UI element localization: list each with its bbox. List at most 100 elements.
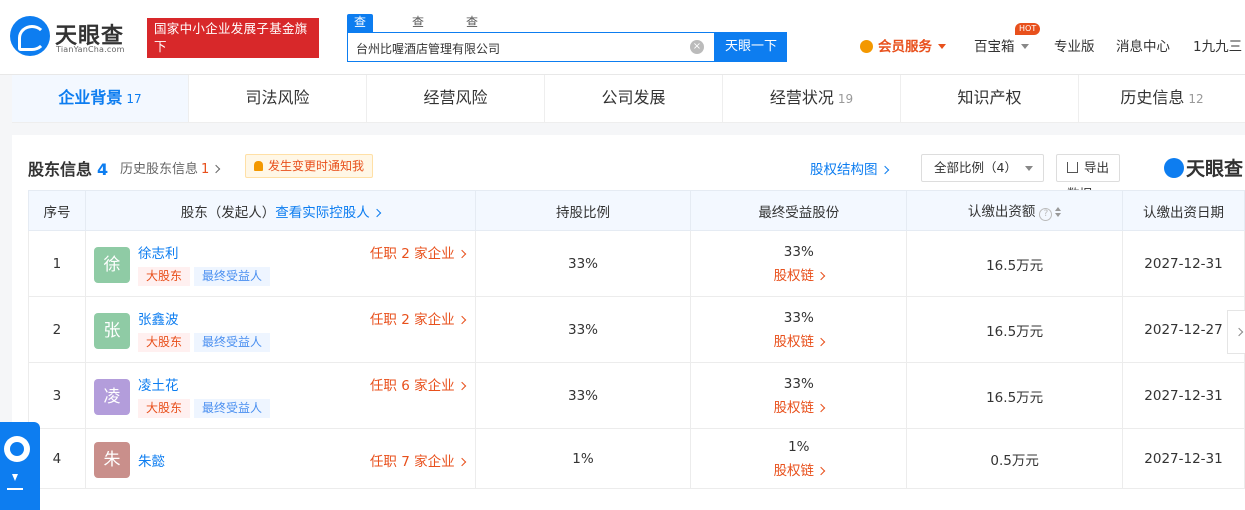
download-icon bbox=[1067, 162, 1078, 173]
section-count: 4 bbox=[97, 160, 109, 179]
col-final-share: 最终受益股份 bbox=[690, 190, 908, 231]
member-service-label: 会员服务 bbox=[878, 39, 932, 55]
member-service-menu[interactable]: 会员服务 bbox=[860, 38, 946, 56]
logo-icon bbox=[10, 16, 50, 56]
history-shareholder-link[interactable]: 历史股东信息 1 bbox=[120, 158, 221, 177]
help-icon[interactable]: ? bbox=[1039, 208, 1053, 221]
chevron-right-icon bbox=[1234, 327, 1244, 337]
final-share-cell: 33% 股权链 bbox=[690, 230, 908, 297]
equity-chain-link[interactable]: 股权链 bbox=[691, 459, 906, 479]
holder-name[interactable]: 朱懿 bbox=[138, 450, 165, 470]
section-title: 股东信息 4 bbox=[28, 156, 108, 180]
message-center-link[interactable]: 消息中心 bbox=[1116, 38, 1170, 56]
tab-company-development[interactable]: 公司发展 bbox=[545, 75, 723, 122]
holder-tags: 大股东 最终受益人 bbox=[137, 266, 274, 286]
holder-name[interactable]: 凌土花 bbox=[138, 374, 179, 394]
tab-history[interactable]: 历史信息 12 bbox=[1079, 75, 1245, 122]
tab-label: 经营状况 bbox=[769, 88, 834, 107]
actual-controller-link[interactable]: 查看实际控股人 bbox=[275, 204, 382, 221]
table-row: 1 徐 徐志利 任职 2 家企业 大股东 最终受益人 33% 33% 股权链 16.… bbox=[28, 230, 1245, 297]
clear-icon[interactable]: × bbox=[690, 40, 704, 54]
shareholder-card: 股东信息4 历史股东信息1 发生变更时通知我 股权结构图 全部比例（4） 导出数… bbox=[12, 135, 1245, 510]
notify-change-button[interactable]: 发生变更时通知我 bbox=[245, 154, 374, 178]
tab-judicial-risk[interactable]: 司法风险 bbox=[189, 75, 367, 122]
tab-operating-risk[interactable]: 经营风险 bbox=[367, 75, 545, 122]
holder-name[interactable]: 张鑫波 bbox=[138, 308, 179, 328]
equity-chain-link[interactable]: 股权链 bbox=[691, 396, 906, 416]
tab-intellectual-property[interactable]: 知识产权 bbox=[901, 75, 1079, 122]
table-header-row: 序号 股东（发起人）查看实际控股人 持股比例 最终受益股份 认缴出资额? 认缴出… bbox=[28, 190, 1245, 231]
chevron-down-icon bbox=[1025, 166, 1033, 171]
avatar[interactable]: 凌 bbox=[93, 378, 130, 415]
ratio-cell: 1% bbox=[474, 428, 692, 489]
chevron-down-icon bbox=[1020, 44, 1029, 49]
equity-chain-link[interactable]: 股权链 bbox=[691, 330, 906, 350]
banner-line-1: 国家中小企业发展子基金旗下 bbox=[154, 21, 308, 54]
search-input[interactable]: 台州比喔酒店管理有限公司 × bbox=[347, 32, 715, 62]
tag-major-shareholder: 大股东 bbox=[137, 332, 190, 352]
ratio-filter-select[interactable]: 全部比例（4） bbox=[921, 154, 1044, 182]
final-share-value: 33% bbox=[783, 375, 814, 392]
holder-name[interactable]: 徐志利 bbox=[138, 242, 179, 262]
equity-structure-link[interactable]: 股权结构图 bbox=[810, 158, 889, 178]
chevron-right-icon bbox=[212, 164, 221, 174]
final-share-value: 1% bbox=[788, 438, 810, 455]
chevron-right-icon bbox=[816, 337, 826, 346]
table-row: 2 张 张鑫波 任职 2 家企业 大股东 最终受益人 33% 33% 股权链 16.… bbox=[28, 296, 1245, 363]
top-header: 天眼查 TianYanCha.com 国家中小企业发展子基金旗下 官方备案企业征… bbox=[0, 0, 1245, 75]
search-tab-boss[interactable]: 查老板 bbox=[412, 14, 424, 63]
search-tab-relation[interactable]: 查关系 bbox=[466, 14, 478, 63]
tab-operating-status[interactable]: 经营状况 19 bbox=[723, 75, 901, 122]
date-cell: 2027-12-31 bbox=[1122, 230, 1245, 297]
final-share-cell: 33% 股权链 bbox=[690, 362, 908, 429]
tag-final-beneficiary: 最终受益人 bbox=[193, 398, 270, 418]
holder-positions-link[interactable]: 任职 2 家企业 bbox=[370, 308, 466, 328]
export-button[interactable]: 导出数据 bbox=[1056, 154, 1120, 201]
chain-label: 股权链 bbox=[773, 399, 815, 416]
tag-final-beneficiary: 最终受益人 bbox=[193, 332, 270, 352]
capital-cell: 16.5万元 bbox=[906, 296, 1124, 363]
holder-positions-link[interactable]: 任职 6 家企业 bbox=[370, 374, 466, 394]
tab-company-background[interactable]: 企业背景 17 bbox=[12, 75, 189, 122]
ratio-select-value: 全部比例（4） bbox=[934, 160, 1017, 175]
user-menu[interactable]: 1九九三 bbox=[1193, 38, 1242, 56]
sort-icon[interactable] bbox=[1055, 207, 1062, 217]
chain-label: 股权链 bbox=[773, 333, 815, 350]
logo-icon bbox=[1164, 158, 1184, 178]
scroll-right-button[interactable] bbox=[1227, 310, 1245, 354]
equity-chain-link[interactable]: 股权链 bbox=[691, 264, 906, 284]
site-logo[interactable]: 天眼查 TianYanCha.com bbox=[10, 16, 138, 58]
chevron-right-icon bbox=[816, 466, 826, 475]
logo-domain: TianYanCha.com bbox=[56, 45, 125, 54]
holder-positions-link[interactable]: 任职 7 家企业 bbox=[369, 450, 466, 470]
col-capital[interactable]: 认缴出资额? bbox=[906, 190, 1124, 231]
tab-count: 19 bbox=[837, 92, 854, 106]
avatar[interactable]: 徐 bbox=[93, 246, 130, 283]
official-banner: 国家中小企业发展子基金旗下 官方备案企业征信机构 bbox=[147, 18, 319, 72]
positions-label: 任职 7 家企业 bbox=[369, 453, 455, 470]
watermark-text: 天眼查 bbox=[1186, 158, 1244, 180]
history-count: 1 bbox=[201, 162, 210, 177]
ratio-cell: 33% bbox=[474, 362, 692, 429]
capital-cell: 16.5万元 bbox=[906, 362, 1124, 429]
search-button[interactable]: 天眼一下 bbox=[715, 32, 787, 62]
row-index: 2 bbox=[28, 296, 86, 363]
structure-label: 股权结构图 bbox=[810, 162, 878, 178]
actual-controller-label: 查看实际控股人 bbox=[275, 204, 370, 221]
final-share-value: 33% bbox=[783, 309, 814, 326]
tab-label: 企业背景 bbox=[58, 88, 123, 107]
holder-positions-link[interactable]: 任职 2 家企业 bbox=[370, 242, 466, 262]
final-share-cell: 1% 股权链 bbox=[690, 428, 908, 489]
watermark-logo: 天眼查 bbox=[1164, 154, 1243, 181]
avatar[interactable]: 朱 bbox=[93, 441, 130, 478]
pro-version-link[interactable]: 专业版 bbox=[1054, 38, 1095, 56]
history-label: 历史股东信息 bbox=[120, 162, 199, 177]
treasure-box-menu[interactable]: 百宝箱 bbox=[974, 38, 1029, 56]
notify-label: 发生变更时通知我 bbox=[268, 159, 365, 173]
date-cell: 2027-12-31 bbox=[1122, 362, 1245, 429]
floating-app-widget[interactable] bbox=[0, 422, 40, 510]
avatar[interactable]: 张 bbox=[93, 312, 130, 349]
holder-cell: 徐 徐志利 任职 2 家企业 大股东 最终受益人 bbox=[84, 230, 476, 297]
search-tab-company[interactable]: 查公司 bbox=[347, 14, 374, 63]
tab-count: 17 bbox=[126, 92, 142, 106]
